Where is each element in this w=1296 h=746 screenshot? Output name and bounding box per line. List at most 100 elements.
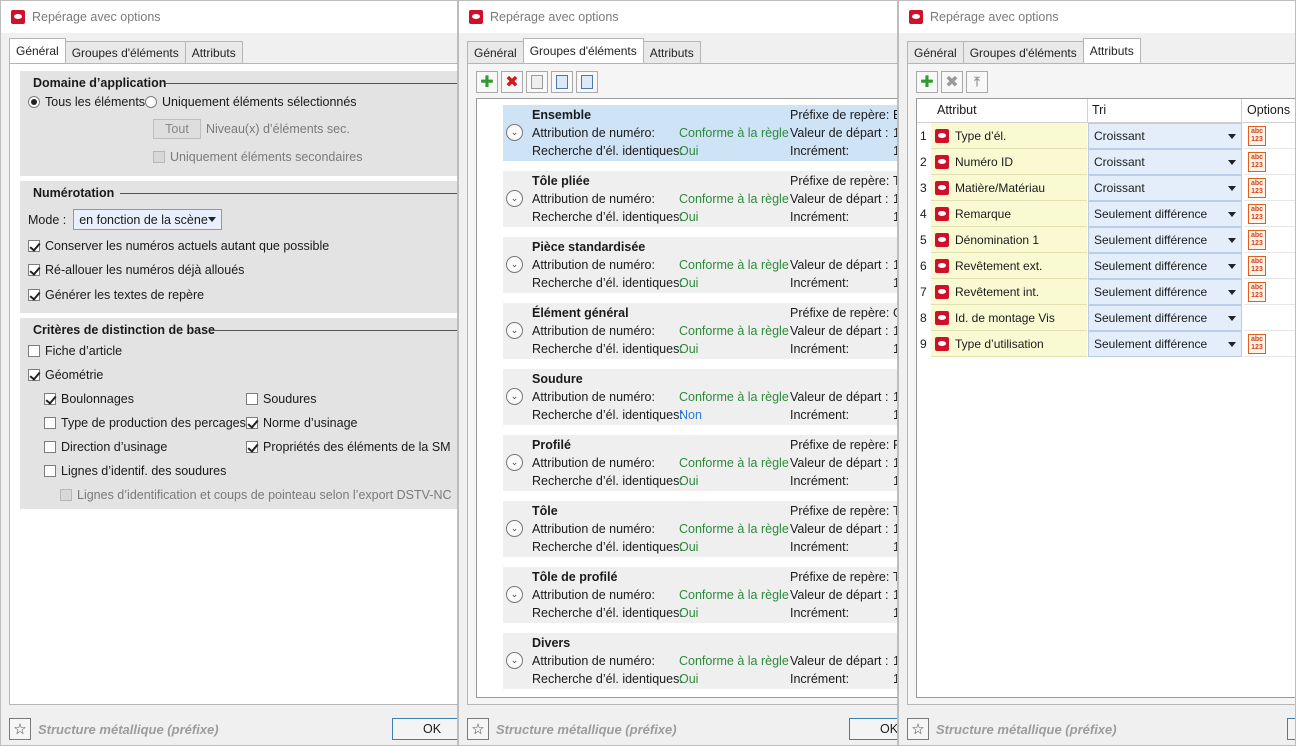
element-group-card[interactable]: ⌄ Élément général Attribution de numéro: Co… [503, 303, 897, 359]
tab-attributes[interactable]: Attributs [1082, 38, 1141, 63]
star-icon[interactable]: ☆ [467, 718, 489, 740]
dstv-lines-checkbox[interactable]: Lignes d’identification et coups de poin… [60, 488, 452, 502]
tab-attributes[interactable]: Attributs [642, 41, 701, 63]
sort-select[interactable]: Croissant [1088, 175, 1242, 201]
checkbox[interactable] [246, 441, 258, 453]
text-options-icon[interactable]: abc 123 [1248, 178, 1266, 198]
element-group-card[interactable]: ⌄ Tôle Attribution de numéro: Conforme à la… [503, 501, 897, 557]
ok-button[interactable]: OK [392, 718, 457, 740]
mode-select[interactable]: en fonction de la scène [73, 209, 223, 230]
attribute-cell[interactable]: Id. de montage Vis [931, 305, 1087, 331]
text-options-icon[interactable]: abc 123 [1248, 204, 1266, 224]
text-options-icon[interactable]: abc 123 [1248, 334, 1266, 354]
radio-button[interactable] [145, 96, 157, 108]
ok-button[interactable]: OK [1287, 718, 1295, 740]
element-group-card[interactable]: ⌄ Ensemble Attribution de numéro: Conforme … [503, 105, 897, 161]
machining-direction-checkbox[interactable]: Direction d’usinage [44, 440, 167, 454]
sort-select[interactable]: Seulement différence [1088, 305, 1242, 331]
radio-all-elements[interactable]: Tous les éléments [28, 95, 145, 109]
sort-select[interactable]: Seulement différence [1088, 227, 1242, 253]
sort-select[interactable]: Seulement différence [1088, 331, 1242, 357]
expand-chevron-icon[interactable]: ⌄ [506, 652, 523, 669]
checkbox[interactable] [28, 240, 40, 252]
table-row[interactable]: 6 Revêtement ext. Seulement différence abc 1… [917, 253, 1295, 279]
attribute-cell[interactable]: Dénomination 1 [931, 227, 1087, 253]
text-options-icon[interactable]: abc 123 [1248, 152, 1266, 172]
element-group-card[interactable]: ⌄ Pièce standardisée Attribution de numéro… [503, 237, 897, 293]
sm-properties-checkbox[interactable]: Propriétés des éléments de la SM [246, 440, 451, 454]
tab-general[interactable]: Général [9, 38, 66, 63]
element-group-card[interactable]: ⌄ Profilé Attribution de numéro: Conforme à… [503, 435, 897, 491]
tab-general[interactable]: Général [467, 41, 524, 63]
radio-button[interactable] [28, 96, 40, 108]
checkbox[interactable] [246, 417, 258, 429]
sort-select[interactable]: Seulement différence [1088, 279, 1242, 305]
sort-select[interactable]: Croissant [1088, 149, 1242, 175]
expand-chevron-icon[interactable]: ⌄ [506, 388, 523, 405]
star-icon[interactable]: ☆ [907, 718, 929, 740]
table-row[interactable]: 4 Remarque Seulement différence abc 123 [917, 201, 1295, 227]
expand-chevron-icon[interactable]: ⌄ [506, 520, 523, 537]
attribute-cell[interactable]: Revêtement int. [931, 279, 1087, 305]
expand-chevron-icon[interactable]: ⌄ [506, 322, 523, 339]
attribute-cell[interactable]: Type d’utilisation [931, 331, 1087, 357]
checkbox[interactable] [28, 369, 40, 381]
checkbox[interactable] [153, 151, 165, 163]
geometry-checkbox[interactable]: Géométrie [28, 368, 103, 382]
expand-chevron-icon[interactable]: ⌄ [506, 256, 523, 273]
table-row[interactable]: 3 Matière/Matériau Croissant abc 123 [917, 175, 1295, 201]
tab-element-groups[interactable]: Groupes d'éléments [962, 41, 1084, 63]
add-icon[interactable]: ✚ [476, 71, 498, 93]
table-row[interactable]: 9 Type d’utilisation Seulement différence a… [917, 331, 1295, 357]
checkbox[interactable] [60, 489, 72, 501]
text-options-icon[interactable]: abc 123 [1248, 282, 1266, 302]
add-icon[interactable]: ✚ [916, 71, 938, 93]
expand-chevron-icon[interactable]: ⌄ [506, 190, 523, 207]
generate-texts-checkbox[interactable]: Générer les textes de repère [28, 288, 204, 302]
tab-general[interactable]: Général [907, 41, 964, 63]
level-dropdown[interactable]: Tout [153, 119, 201, 139]
checkbox[interactable] [28, 264, 40, 276]
element-group-card[interactable]: ⌄ Soudure Attribution de numéro: Conforme à… [503, 369, 897, 425]
checkbox[interactable] [28, 345, 40, 357]
expand-chevron-icon[interactable]: ⌄ [506, 454, 523, 471]
keep-numbers-checkbox[interactable]: Conserver les numéros actuels autant que… [28, 239, 329, 253]
attribute-cell[interactable]: Revêtement ext. [931, 253, 1087, 279]
attribute-cell[interactable]: Matière/Matériau [931, 175, 1087, 201]
tab-element-groups[interactable]: Groupes d'éléments [522, 38, 644, 63]
column-header-options[interactable]: Options [1247, 103, 1290, 117]
copy-icon[interactable] [526, 71, 548, 93]
element-group-card[interactable]: ⌄ Divers Attribution de numéro: Conforme à … [503, 633, 897, 689]
star-icon[interactable]: ☆ [9, 718, 31, 740]
drilling-type-checkbox[interactable]: Type de production des percages [44, 416, 246, 430]
radio-selected-elements[interactable]: Uniquement éléments sélectionnés [145, 95, 357, 109]
checkbox[interactable] [44, 465, 56, 477]
checkbox[interactable] [44, 393, 56, 405]
sort-select[interactable]: Croissant [1088, 123, 1242, 149]
weld-id-lines-checkbox[interactable]: Lignes d’identif. des soudures [44, 464, 226, 478]
move-down-icon[interactable] [576, 71, 598, 93]
welds-checkbox[interactable]: Soudures [246, 392, 317, 406]
sort-select[interactable]: Seulement différence [1088, 253, 1242, 279]
text-options-icon[interactable]: abc 123 [1248, 230, 1266, 250]
move-up-icon[interactable] [551, 71, 573, 93]
table-row[interactable]: 1 Type d’él. Croissant abc 123 [917, 123, 1295, 149]
delete-icon[interactable]: ✖ [941, 71, 963, 93]
machining-norm-checkbox[interactable]: Norme d’usinage [246, 416, 358, 430]
checkbox[interactable] [246, 393, 258, 405]
bolting-checkbox[interactable]: Boulonnages [44, 392, 134, 406]
column-header-sort[interactable]: Tri [1092, 103, 1106, 117]
move-up-icon[interactable]: ⤒ [966, 71, 988, 93]
attribute-cell[interactable]: Remarque [931, 201, 1087, 227]
attribute-cell[interactable]: Type d’él. [931, 123, 1087, 149]
secondary-only-checkbox[interactable]: Uniquement éléments secondaires [153, 150, 362, 164]
expand-chevron-icon[interactable]: ⌄ [506, 124, 523, 141]
text-options-icon[interactable]: abc 123 [1248, 126, 1266, 146]
ok-button[interactable]: OK [849, 718, 897, 740]
table-row[interactable]: 8 Id. de montage Vis Seulement différence [917, 305, 1295, 331]
checkbox[interactable] [28, 289, 40, 301]
column-header-attribute[interactable]: Attribut [937, 103, 977, 117]
sort-select[interactable]: Seulement différence [1088, 201, 1242, 227]
element-group-card[interactable]: ⌄ Tôle pliée Attribution de numéro: Conform… [503, 171, 897, 227]
table-row[interactable]: 5 Dénomination 1 Seulement différence abc 12… [917, 227, 1295, 253]
